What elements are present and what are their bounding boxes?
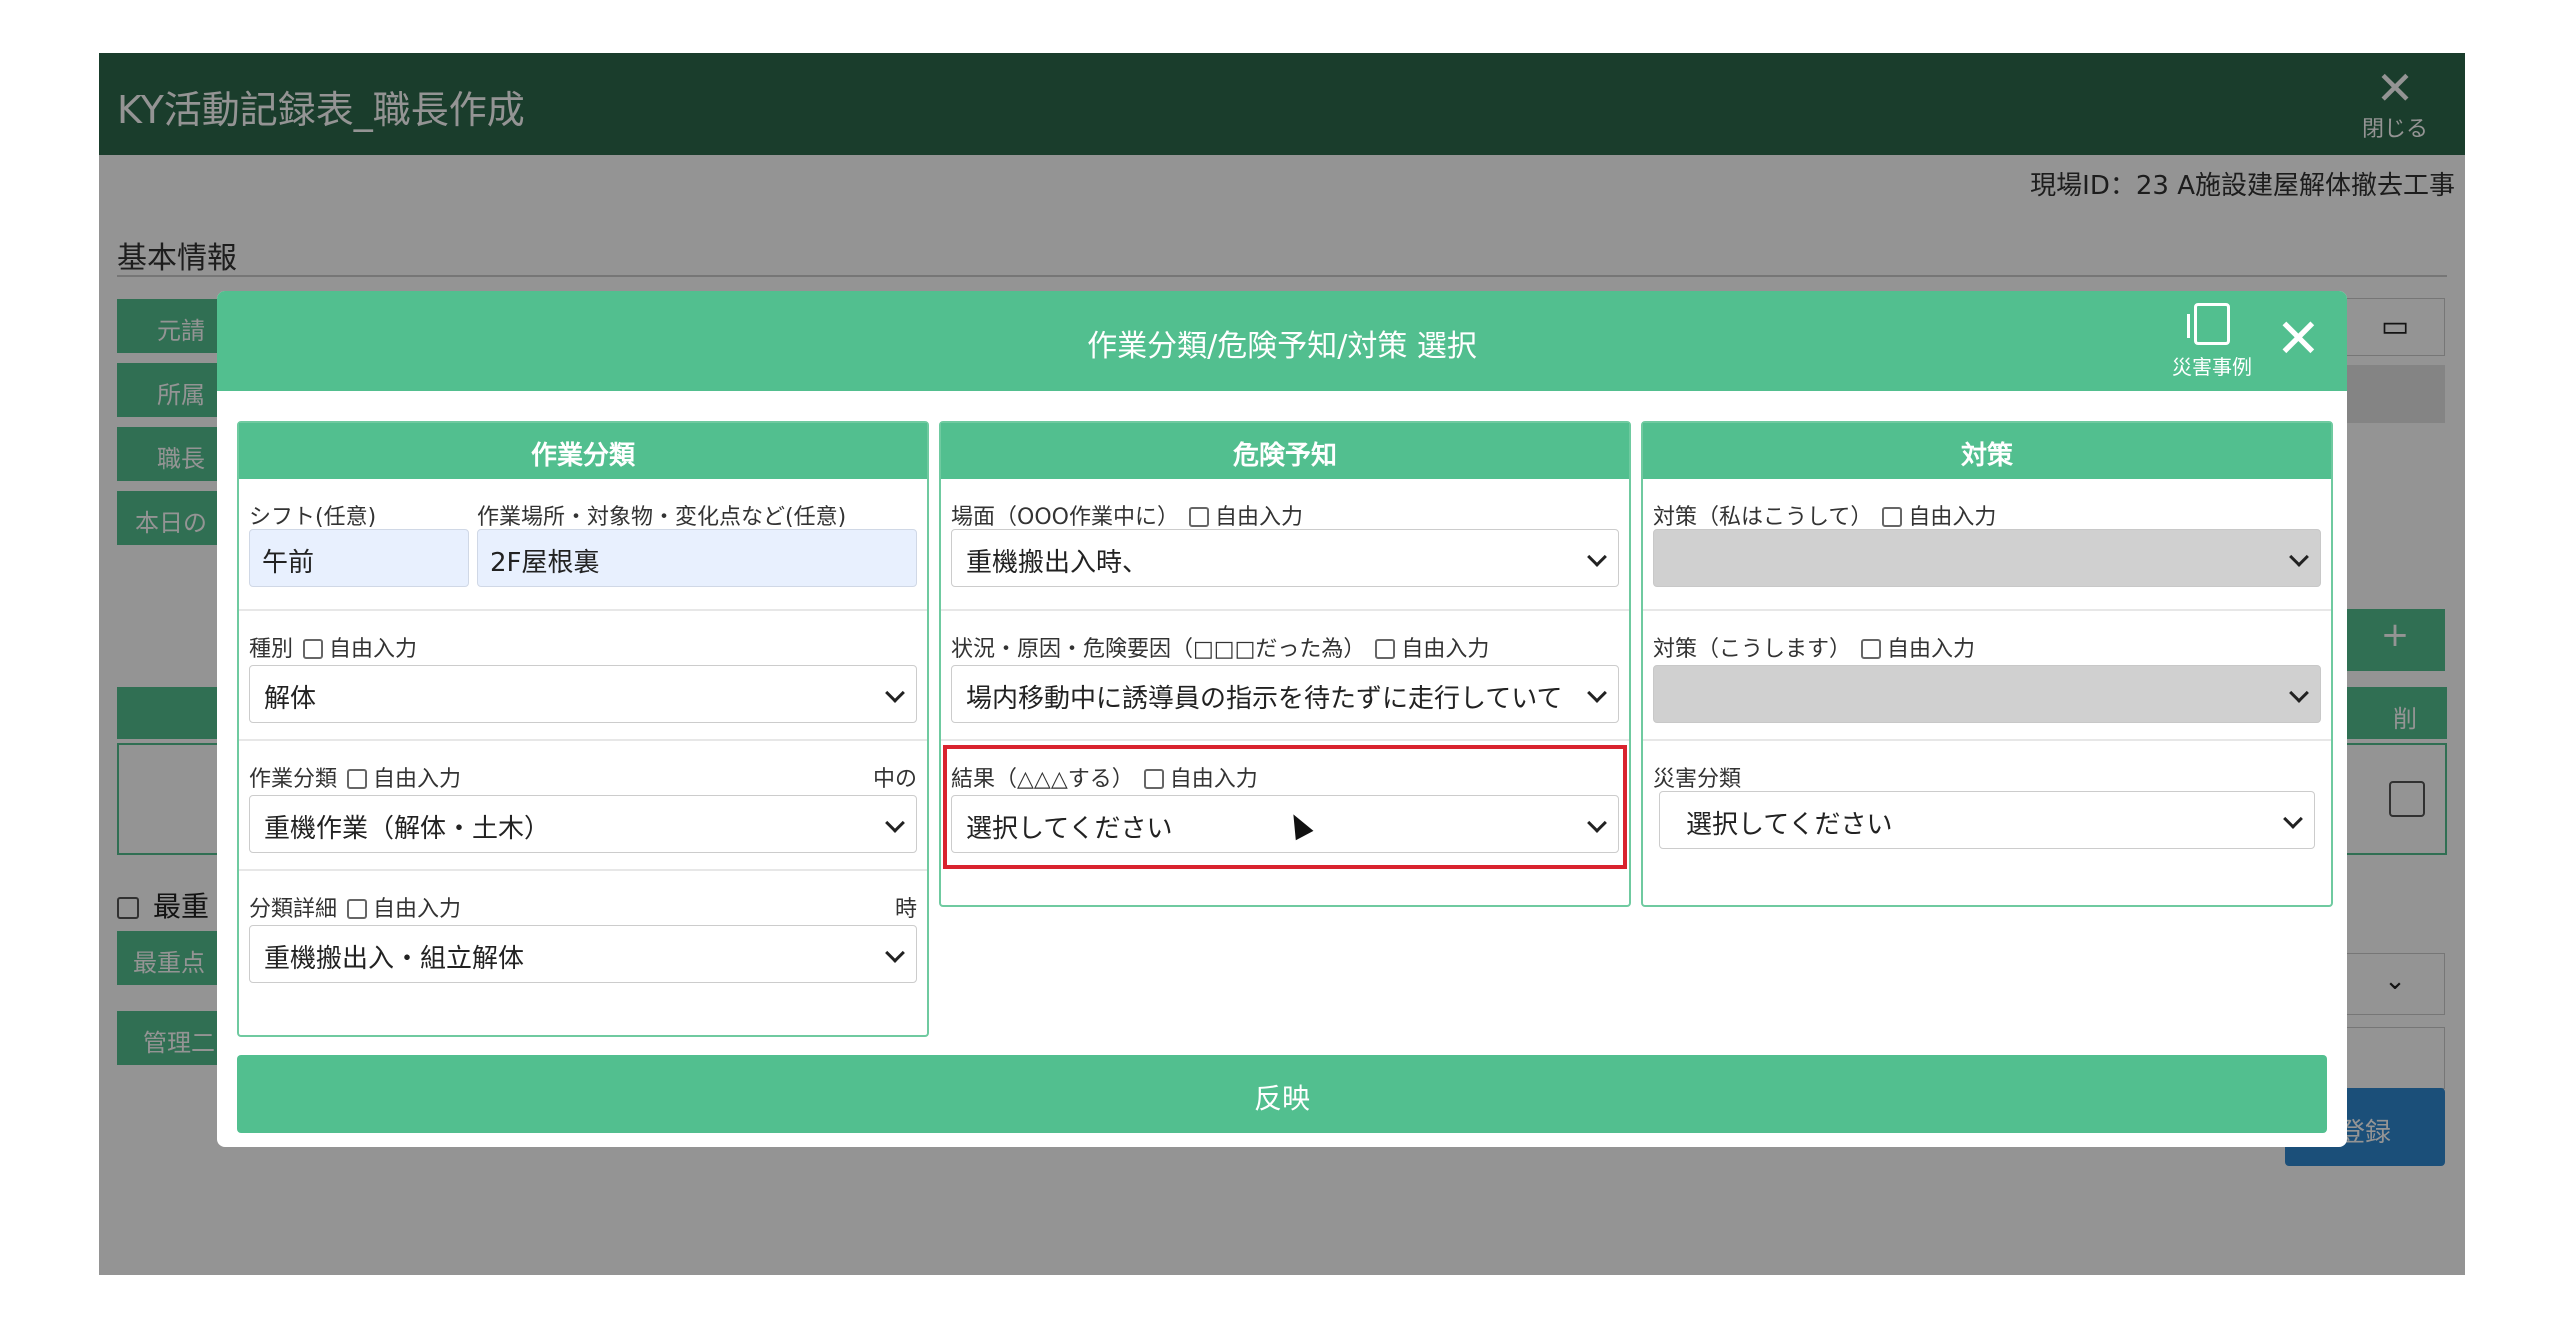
disaster-category-label: 災害分類 [1653, 767, 1742, 792]
cause-free-input-checkbox[interactable] [1375, 639, 1396, 659]
free-input-label: 自由入力 [1214, 505, 1303, 530]
result-select-value: 選択してください [966, 814, 1173, 844]
disaster-category-value: 選択してください [1686, 810, 1893, 840]
modal-title: 作業分類/危険予知/対策 選択 [1087, 329, 1477, 364]
detail-free-input-checkbox[interactable] [347, 899, 368, 919]
detail-select-value: 重機搬出入・組立解体 [264, 944, 525, 974]
category-label-row: 作業分類 自由入力 [249, 761, 461, 793]
free-input-label: 自由入力 [373, 897, 462, 922]
location-label: 作業場所・対象物・変化点など(任意) [477, 505, 847, 530]
document-icon [2187, 303, 2230, 345]
cause-group: 状況・原因・危険要因（□□□だった為） 自由入力 場内移動中に誘導員の指示を待たず… [941, 611, 1629, 741]
scene-free-input-checkbox[interactable] [1188, 507, 1209, 527]
measure2-label-row: 対策（こうします） 自由入力 [1653, 631, 1975, 663]
chevron-down-icon [2289, 683, 2309, 703]
cause-label: 状況・原因・危険要因（□□□だった為） [951, 637, 1366, 662]
chevron-down-icon [1587, 813, 1607, 833]
measure1-label: 対策（私はこうして） [1653, 505, 1873, 530]
free-input-label: 自由入力 [1908, 505, 1997, 530]
detail-note: 時 [894, 897, 917, 922]
disaster-examples-button[interactable]: 災害事例 [2165, 303, 2259, 380]
measure1-free-input-checkbox[interactable] [1882, 507, 1903, 527]
free-input-label: 自由入力 [1401, 637, 1490, 662]
scene-select[interactable]: 重機搬出入時、 [951, 529, 1619, 587]
disaster-category-select[interactable]: 選択してください [1659, 791, 2315, 849]
scene-label-row: 場面（OOO作業中に） 自由入力 [951, 499, 1303, 531]
cause-label-row: 状況・原因・危険要因（□□□だった為） 自由入力 [951, 631, 1489, 663]
measure2-label: 対策（こうします） [1653, 637, 1852, 662]
location-input[interactable]: 2F屋根裏 [477, 529, 917, 587]
chevron-down-icon [1587, 683, 1607, 703]
type-label-row: 種別 自由入力 [249, 631, 417, 663]
type-label: 種別 [249, 637, 294, 662]
cause-select-value: 場内移動中に誘導員の指示を待たずに走行していて [966, 684, 1563, 714]
panel-header-measures: 対策 [1643, 423, 2331, 479]
category-free-input-checkbox[interactable] [347, 769, 368, 789]
category-select[interactable]: 重機作業（解体・土木） [249, 795, 917, 853]
detail-label: 分類詳細 [249, 897, 338, 922]
work-category-panel: 作業分類 シフト(任意) 作業場所・対象物・変化点など(任意) 午前 2F屋根裏… [237, 421, 929, 1037]
type-group: 種別 自由入力 解体 [239, 611, 927, 741]
modal-header: 作業分類/危険予知/対策 選択 災害事例 ✕ [217, 291, 2347, 391]
measure1-label-row: 対策（私はこうして） 自由入力 [1653, 499, 1996, 531]
measure2-free-input-checkbox[interactable] [1861, 639, 1882, 659]
measure1-select[interactable] [1653, 529, 2321, 587]
category-note: 中の [872, 767, 917, 792]
scene-group: 場面（OOO作業中に） 自由入力 重機搬出入時、 [941, 479, 1629, 611]
close-icon: ✕ [2275, 307, 2321, 370]
type-free-input-checkbox[interactable] [303, 639, 324, 659]
free-input-label: 自由入力 [329, 637, 418, 662]
category-group: 作業分類 自由入力 中の 重機作業（解体・土木） [239, 741, 927, 871]
chevron-down-icon [2283, 809, 2303, 829]
result-label: 結果（△△△する） [951, 767, 1134, 792]
chevron-down-icon [885, 813, 905, 833]
chevron-down-icon [885, 943, 905, 963]
selection-modal: 作業分類/危険予知/対策 選択 災害事例 ✕ 作業分類 シフト(任意) 作業場所… [217, 291, 2347, 1147]
type-select[interactable]: 解体 [249, 665, 917, 723]
free-input-label: 自由入力 [373, 767, 462, 792]
shift-input[interactable]: 午前 [249, 529, 469, 587]
result-group: 結果（△△△する） 自由入力 選択してください [941, 741, 1629, 873]
detail-label-row: 分類詳細 自由入力 [249, 891, 461, 923]
panel-header-hazard: 危険予知 [941, 423, 1629, 479]
chevron-down-icon [1587, 547, 1607, 567]
cause-select[interactable]: 場内移動中に誘導員の指示を待たずに走行していて [951, 665, 1619, 723]
scene-label: 場面（OOO作業中に） [951, 505, 1179, 530]
measure2-group: 対策（こうします） 自由入力 [1643, 611, 2331, 741]
free-input-label: 自由入力 [1169, 767, 1258, 792]
measure1-group: 対策（私はこうして） 自由入力 [1643, 479, 2331, 611]
disaster-examples-label: 災害事例 [2172, 355, 2252, 379]
result-select[interactable]: 選択してください [951, 795, 1619, 853]
measures-panel: 対策 対策（私はこうして） 自由入力 対策（こうします） 自由入力 災害分類 選択し… [1641, 421, 2333, 907]
detail-select[interactable]: 重機搬出入・組立解体 [249, 925, 917, 983]
apply-button[interactable]: 反映 [237, 1055, 2327, 1133]
free-input-label: 自由入力 [1887, 637, 1976, 662]
shift-label: シフト(任意) [249, 505, 377, 530]
detail-group: 分類詳細 自由入力 時 重機搬出入・組立解体 [239, 871, 927, 1011]
hazard-prediction-panel: 危険予知 場面（OOO作業中に） 自由入力 重機搬出入時、 状況・原因・危険要因（… [939, 421, 1631, 907]
category-label: 作業分類 [249, 767, 338, 792]
panel-header-work: 作業分類 [239, 423, 927, 479]
chevron-down-icon [2289, 547, 2309, 567]
result-free-input-checkbox[interactable] [1143, 769, 1164, 789]
type-select-value: 解体 [264, 684, 317, 714]
shift-location-group: シフト(任意) 作業場所・対象物・変化点など(任意) 午前 2F屋根裏 [239, 479, 927, 611]
disaster-category-group: 災害分類 選択してください [1643, 741, 2331, 873]
chevron-down-icon [885, 683, 905, 703]
modal-close-button[interactable]: ✕ [2276, 309, 2321, 369]
measure2-select[interactable] [1653, 665, 2321, 723]
scene-select-value: 重機搬出入時、 [966, 548, 1149, 578]
result-label-row: 結果（△△△する） 自由入力 [951, 761, 1258, 793]
category-select-value: 重機作業（解体・土木） [264, 814, 551, 844]
